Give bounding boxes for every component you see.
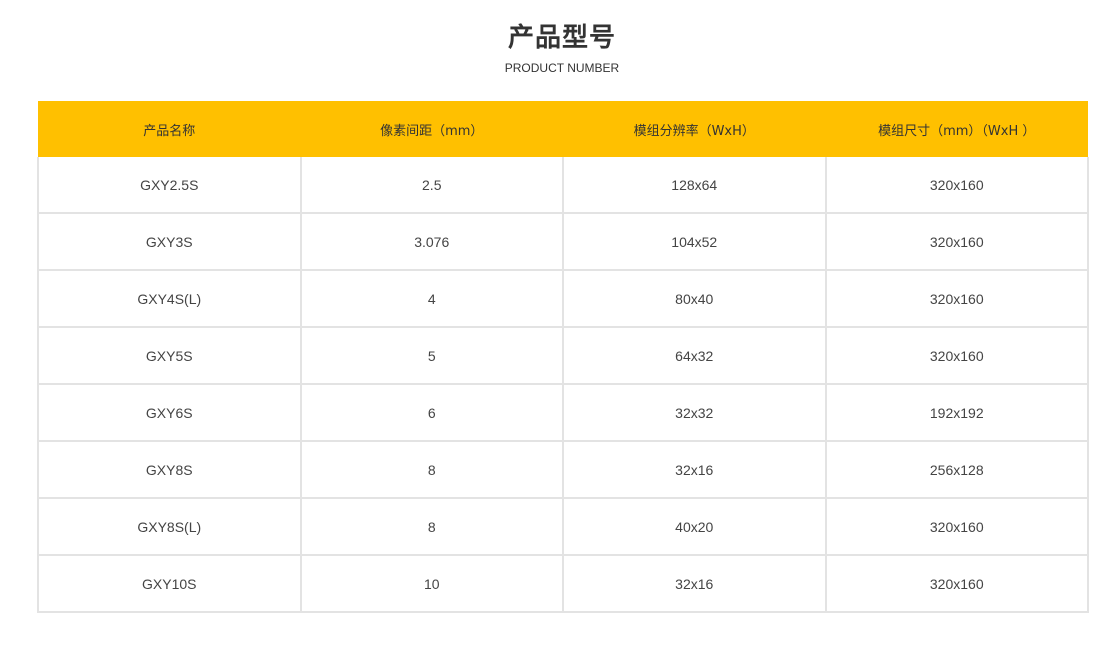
table-row: GXY8S(L) 8 40x20 320x160 (37, 497, 1089, 556)
cell-pixel-pitch: 2.5 (299, 157, 564, 214)
cell-product-name: GXY5S (37, 326, 302, 385)
cell-product-name: GXY8S (37, 440, 302, 499)
page-title: 产品型号 (507, 23, 616, 53)
cell-module-resolution: 32x16 (562, 554, 827, 613)
cell-product-name: GXY4S(L) (37, 269, 302, 328)
column-header-module-size: 模组尺寸（mm）（WxH ） (825, 101, 1088, 157)
table-row: GXY4S(L) 4 80x40 320x160 (37, 269, 1089, 328)
cell-pixel-pitch: 8 (299, 440, 564, 499)
cell-module-size: 320x160 (824, 212, 1089, 271)
column-header-product-name: 产品名称 (38, 101, 301, 157)
cell-pixel-pitch: 8 (299, 497, 564, 556)
table-row: GXY6S 6 32x32 192x192 (37, 383, 1089, 442)
cell-module-resolution: 40x20 (562, 497, 827, 556)
cell-module-size: 320x160 (824, 326, 1089, 385)
table-row: GXY10S 10 32x16 320x160 (37, 554, 1089, 613)
cell-module-resolution: 64x32 (562, 326, 827, 385)
cell-module-resolution: 104x52 (562, 212, 827, 271)
table-row: GXY3S 3.076 104x52 320x160 (37, 212, 1089, 271)
cell-pixel-pitch: 4 (299, 269, 564, 328)
column-header-pixel-pitch: 像素间距（mm） (300, 101, 563, 157)
cell-module-size: 320x160 (824, 497, 1089, 556)
cell-product-name: GXY8S(L) (37, 497, 302, 556)
cell-module-size: 320x160 (824, 554, 1089, 613)
column-header-module-resolution: 模组分辨率（WxH） (563, 101, 826, 157)
cell-pixel-pitch: 10 (299, 554, 564, 613)
cell-pixel-pitch: 5 (299, 326, 564, 385)
product-table: 产品名称 像素间距（mm） 模组分辨率（WxH） 模组尺寸（mm）（WxH ） … (37, 101, 1089, 613)
table-row: GXY8S 8 32x16 256x128 (37, 440, 1089, 499)
table-row: GXY5S 5 64x32 320x160 (37, 326, 1089, 385)
cell-module-resolution: 80x40 (562, 269, 827, 328)
cell-module-resolution: 32x32 (562, 383, 827, 442)
cell-product-name: GXY10S (37, 554, 302, 613)
cell-module-size: 320x160 (824, 269, 1089, 328)
table-header-row: 产品名称 像素间距（mm） 模组分辨率（WxH） 模组尺寸（mm）（WxH ） (38, 101, 1088, 157)
cell-module-resolution: 128x64 (562, 157, 827, 214)
cell-product-name: GXY3S (37, 212, 302, 271)
table-row: GXY2.5S 2.5 128x64 320x160 (37, 157, 1089, 214)
cell-pixel-pitch: 3.076 (299, 212, 564, 271)
cell-module-size: 320x160 (824, 157, 1089, 214)
cell-product-name: GXY6S (37, 383, 302, 442)
cell-module-size: 256x128 (824, 440, 1089, 499)
cell-module-size: 192x192 (824, 383, 1089, 442)
cell-pixel-pitch: 6 (299, 383, 564, 442)
page-subtitle: PRODUCT NUMBER (504, 61, 620, 75)
cell-product-name: GXY2.5S (37, 157, 302, 214)
cell-module-resolution: 32x16 (562, 440, 827, 499)
